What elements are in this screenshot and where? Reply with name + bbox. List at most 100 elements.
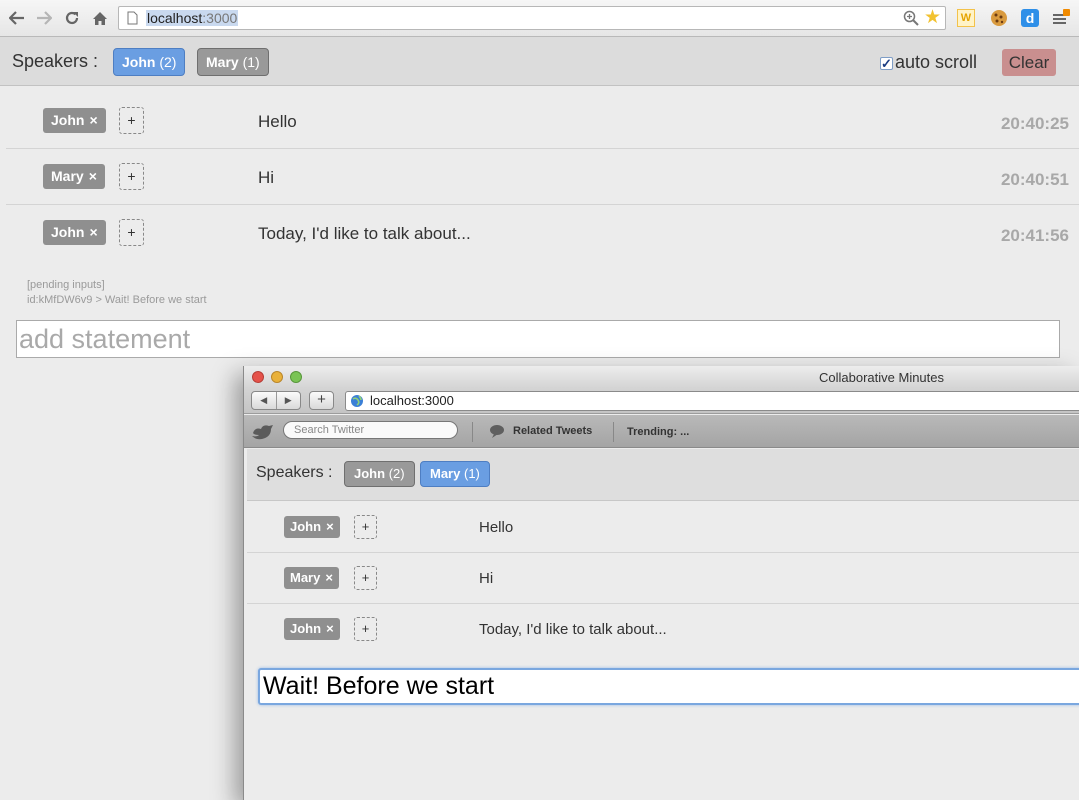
speaker-count: (1) [463, 466, 480, 481]
add-speaker-button[interactable]: + [119, 107, 144, 134]
statement-row: Mary × + Hi [247, 553, 1079, 604]
trending-label[interactable]: Trending: ... [627, 426, 689, 438]
speaker-tag[interactable]: John × [43, 108, 106, 133]
clear-button[interactable]: Clear [1002, 49, 1056, 76]
chrome-menu-icon[interactable] [1052, 9, 1070, 27]
zoom-icon[interactable] [903, 10, 919, 29]
safari-window: Collaborative Minutes ◀ ▶ + localhost:30… [243, 366, 1079, 800]
statement-text: Hello [479, 519, 514, 536]
related-tweets-label: Related Tweets [513, 425, 593, 437]
speaker-tag-name: John [51, 112, 85, 128]
page-icon [127, 11, 138, 28]
auto-scroll-checkbox[interactable]: ✓ [880, 57, 893, 70]
extension-d-icon[interactable]: d [1021, 9, 1039, 27]
remove-speaker-icon[interactable]: × [326, 519, 334, 534]
add-speaker-button[interactable]: + [354, 617, 377, 641]
remove-speaker-icon[interactable]: × [89, 224, 97, 240]
add-speaker-button[interactable]: + [354, 566, 377, 590]
bookmark-star-icon[interactable]: ★ [924, 8, 941, 28]
speech-bubble-icon [490, 425, 504, 438]
add-speaker-button[interactable]: + [119, 163, 144, 190]
statement-text: Hi [479, 570, 494, 587]
add-speaker-button[interactable]: + [119, 219, 144, 246]
speaker-tag-name: Mary [51, 168, 84, 184]
safari-address-bar[interactable]: localhost:3000 [345, 391, 1079, 411]
statement-text: Today, I'd like to talk about... [258, 224, 471, 243]
speakers-label: Speakers : [12, 51, 99, 71]
speaker-tag[interactable]: John × [284, 618, 340, 640]
twitter-search-input[interactable] [283, 421, 458, 439]
pending-inputs: [pending inputs] id:kMfDW6v9 > Wait! Bef… [27, 278, 207, 308]
cookie-extension-icon[interactable] [990, 9, 1008, 27]
minimize-window-button[interactable] [271, 371, 283, 383]
remove-speaker-icon[interactable]: × [89, 112, 97, 128]
safari-toolbar: ◀ ▶ + localhost:3000 [244, 388, 1079, 414]
speaker-button-john[interactable]: John (2) [344, 461, 415, 487]
pending-inputs-title: [pending inputs] [27, 279, 105, 291]
toolbar-divider [472, 422, 473, 442]
speaker-count: (2) [388, 466, 405, 481]
home-icon[interactable] [89, 7, 111, 29]
speakers-bar: Speakers : John (2) Mary (1) ✓ auto scro… [0, 37, 1079, 86]
speaker-button-mary[interactable]: Mary (1) [420, 461, 490, 487]
speaker-tag[interactable]: Mary × [284, 567, 339, 589]
speaker-tag[interactable]: Mary × [43, 164, 105, 189]
add-bookmark-button[interactable]: + [309, 391, 334, 410]
remove-speaker-icon[interactable]: × [89, 168, 97, 184]
twitter-toolbar: Related Tweets Trending: ... [244, 415, 1079, 448]
auto-scroll-toggle[interactable]: ✓ auto scroll [880, 52, 977, 73]
extension-w-icon[interactable]: W [957, 9, 975, 27]
statement-time: 20:40:51 [1000, 170, 1069, 189]
speaker-tag[interactable]: John × [43, 220, 106, 245]
close-window-button[interactable] [252, 371, 264, 383]
back-forward-buttons: ◀ ▶ [251, 391, 301, 410]
forward-icon[interactable]: ▶ [277, 392, 301, 409]
remove-speaker-icon[interactable]: × [325, 570, 333, 585]
back-icon[interactable] [6, 7, 28, 29]
back-icon[interactable]: ◀ [252, 392, 277, 409]
statement-text: Today, I'd like to talk about... [479, 621, 667, 638]
address-port: :3000 [202, 10, 238, 26]
add-statement-input[interactable] [16, 320, 1060, 358]
address-host: localhost [147, 10, 203, 26]
statement-row: Mary × + Hi 20:40:51 [6, 149, 1079, 205]
speaker-button-mary[interactable]: Mary (1) [197, 48, 269, 76]
pending-input-line: id:kMfDW6v9 > Wait! Before we start [27, 294, 207, 306]
speaker-count: (2) [159, 54, 177, 70]
reload-icon[interactable] [61, 7, 83, 29]
statement-row: John × + Today, I'd like to talk about...… [6, 205, 1079, 261]
forward-icon[interactable] [33, 7, 55, 29]
add-speaker-button[interactable]: + [354, 515, 377, 539]
toolbar-divider [613, 422, 614, 442]
safari-titlebar: Collaborative Minutes [244, 366, 1079, 388]
globe-icon [350, 394, 364, 413]
address-url: localhost:3000 [146, 10, 239, 26]
speaker-name: John [122, 54, 156, 70]
twitter-bird-icon[interactable] [251, 423, 275, 446]
speaker-button-john[interactable]: John (2) [113, 48, 186, 76]
safari-address-text: localhost:3000 [370, 393, 454, 408]
add-statement-input[interactable] [258, 668, 1079, 705]
speakers-bar: Speakers : John (2) Mary (1) [247, 449, 1079, 501]
zoom-window-button[interactable] [290, 371, 302, 383]
speaker-tag-name: John [51, 224, 85, 240]
related-tweets-button[interactable]: Related Tweets [489, 424, 592, 438]
remove-speaker-icon[interactable]: × [326, 621, 334, 636]
speakers-label: Speakers : [256, 464, 333, 481]
speaker-tag[interactable]: John × [284, 516, 340, 538]
statement-time: 20:41:56 [1000, 226, 1069, 245]
speaker-tag-name: John [290, 621, 322, 636]
auto-scroll-label: auto scroll [895, 52, 978, 72]
window-title: Collaborative Minutes [819, 370, 945, 385]
statement-time: 20:40:25 [1000, 114, 1069, 133]
speaker-count: (1) [242, 54, 260, 70]
speaker-tag-name: Mary [290, 570, 321, 585]
statement-row: John × + Hello 20:40:25 [6, 93, 1079, 149]
speaker-tag-name: John [290, 519, 322, 534]
speaker-name: John [354, 466, 386, 481]
speaker-name: Mary [430, 466, 461, 481]
address-bar[interactable]: localhost:3000 ★ [118, 6, 946, 30]
speaker-name: Mary [206, 54, 239, 70]
statement-row: John × + Hello [247, 502, 1079, 553]
browser-toolbar: localhost:3000 ★ W d [0, 0, 1079, 37]
